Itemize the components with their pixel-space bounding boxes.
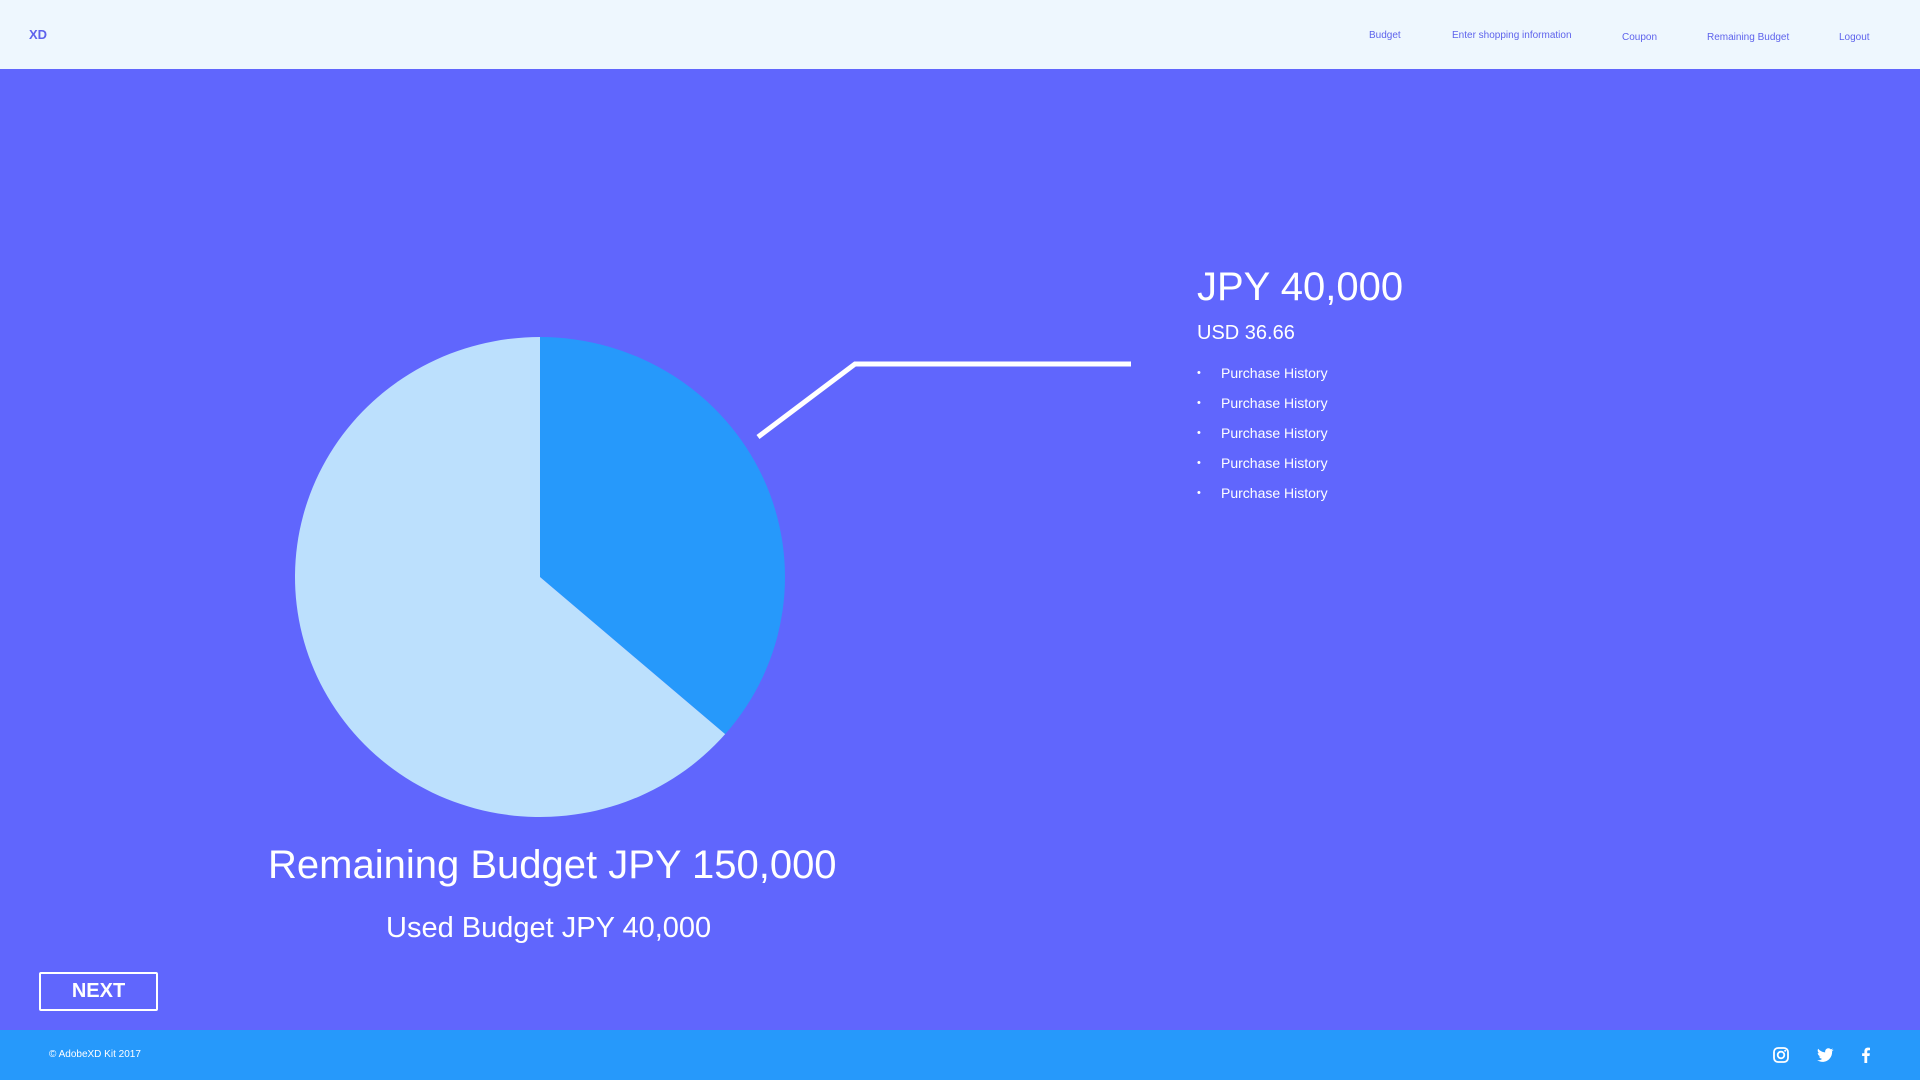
twitter-icon[interactable] bbox=[1815, 1045, 1835, 1065]
purchase-history-item[interactable]: Purchase History bbox=[1197, 484, 1328, 514]
used-amount-usd: USD 36.66 bbox=[1197, 322, 1295, 344]
purchase-history-item[interactable]: Purchase History bbox=[1197, 364, 1328, 394]
next-button[interactable]: NEXT bbox=[39, 972, 158, 1011]
purchase-history-item[interactable]: Purchase History bbox=[1197, 394, 1328, 424]
used-budget-text: Used Budget JPY 40,000 bbox=[386, 912, 712, 944]
facebook-icon[interactable] bbox=[1856, 1045, 1876, 1065]
footer: © AdobeXD Kit 2017 bbox=[0, 1030, 1920, 1080]
pie-slices bbox=[294, 337, 785, 817]
used-amount-jpy: JPY 40,000 bbox=[1197, 265, 1404, 309]
remaining-budget-text: Remaining Budget JPY 150,000 bbox=[268, 843, 837, 887]
purchase-history-item[interactable]: Purchase History bbox=[1197, 424, 1328, 454]
purchase-history-list: Purchase History Purchase History Purcha… bbox=[1197, 364, 1328, 514]
copyright-text: © AdobeXD Kit 2017 bbox=[49, 1049, 141, 1060]
callout-leader-line bbox=[756, 361, 1131, 439]
purchase-history-item[interactable]: Purchase History bbox=[1197, 454, 1328, 484]
instagram-icon[interactable] bbox=[1771, 1045, 1791, 1065]
